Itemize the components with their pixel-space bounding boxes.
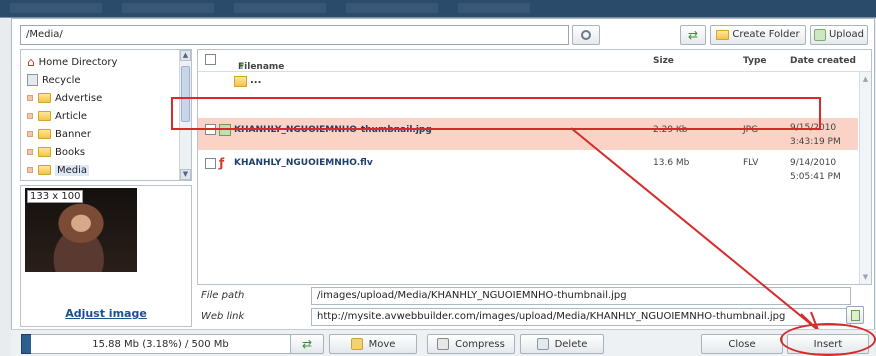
compress-icon [437,338,450,350]
scroll-up-icon[interactable]: ▲ [860,74,871,85]
scroll-up-icon[interactable]: ▲ [180,50,191,61]
home-icon: ⌂ [27,55,35,69]
recycle-icon [27,74,38,86]
column-date-created[interactable]: Date created [790,56,856,66]
column-type[interactable]: Type [743,56,766,66]
adjust-image-link[interactable]: Adjust image [21,307,191,320]
upload-label: Upload [828,29,865,40]
file-time: 3:43:19 PM [790,137,841,147]
file-path-label: File path [201,290,245,301]
copy-link-button[interactable] [846,306,864,324]
search-button[interactable] [572,25,600,45]
select-all-checkbox[interactable] [205,54,216,65]
folder-icon [38,111,51,121]
folder-tree: ⌂ Home Directory Recycle Advertise Artic… [20,49,192,181]
tree-item-label: Books [55,146,86,158]
refresh-button[interactable]: ⇄ [290,334,324,354]
folder-icon [38,93,51,103]
create-folder-label: Create Folder [732,29,800,40]
scroll-down-icon[interactable]: ▼ [180,169,191,180]
window-top-strip [0,0,876,18]
expand-icon[interactable] [27,167,33,173]
parent-directory-label: ... [250,75,262,86]
folder-up-icon [234,76,247,87]
delete-label: Delete [554,338,588,350]
quota-text: 15.88 Mb (3.18%) / 500 Mb [31,334,291,354]
tree-item-media[interactable]: Media [27,162,90,178]
image-dimensions: 133 x 100 [27,190,84,203]
trash-icon [536,338,549,350]
file-list-scrollbar[interactable]: ▲ ▼ [859,72,871,284]
move-button[interactable]: Move [329,334,417,354]
tree-item-label: Banner [55,128,91,140]
tree-item-label: Recycle [42,74,81,86]
tree-item-label: Media [55,164,90,176]
tree-item-banner[interactable]: Banner [27,126,91,142]
file-type: FLV [743,158,759,168]
row-checkbox[interactable] [205,158,216,169]
file-list-header: Filename ↑ Size Type Date created [198,50,871,72]
file-date: 9/14/2010 [790,158,837,168]
refresh-icon: ⇄ [301,337,313,351]
move-label: Move [368,338,396,350]
file-size: 13.6 Mb [653,158,690,168]
tree-item-advertise[interactable]: Advertise [27,90,102,106]
file-name[interactable]: KHANHLY_NGUOIEMNHO.flv [234,158,373,168]
tree-item-recycle[interactable]: Recycle [27,72,81,88]
image-preview-panel: 133 x 100 Adjust image [20,185,192,327]
tree-item-label: Advertise [55,92,103,104]
sort-asc-icon: ↑ [238,62,246,72]
expand-icon[interactable] [27,95,33,101]
expand-icon[interactable] [27,131,33,137]
search-icon [581,30,591,40]
file-time: 5:05:41 PM [790,172,841,182]
upload-button[interactable]: Upload [810,25,868,45]
folder-icon [38,165,51,175]
tree-item-books[interactable]: Books [27,144,85,160]
tree-item-label: Home Directory [38,56,118,68]
web-link-field[interactable]: http://mysite.avwebbuilder.com/images/up… [311,308,851,326]
bottom-toolbar: 15.88 Mb (3.18%) / 500 Mb ⇄ Move Compres… [11,329,875,356]
refresh-button[interactable]: ⇄ [680,25,706,45]
highlight-annotation [171,97,821,130]
background-tabs [10,3,530,13]
flash-file-icon: ƒ [219,156,225,170]
web-link-label: Web link [201,311,245,322]
close-button[interactable]: Close [701,334,783,354]
path-field[interactable]: /Media/ [20,25,569,45]
clipboard-icon [851,310,860,321]
folder-icon [38,147,51,157]
compress-button[interactable]: Compress [427,334,515,354]
upload-icon [813,29,826,41]
tree-item-article[interactable]: Article [27,108,87,124]
create-folder-button[interactable]: Create Folder [710,25,806,45]
tree-item-home-directory[interactable]: ⌂ Home Directory [27,54,117,70]
scroll-down-icon[interactable]: ▼ [860,272,871,283]
close-label: Close [728,338,756,350]
file-manager-panel: /Media/ ⇄ Create Folder Upload ⌂ Home Di… [11,18,875,356]
file-path-field[interactable]: /images/upload/Media/KHANHLY_NGUOIEMNHO-… [311,287,851,305]
file-list: Filename ↑ Size Type Date created ... KH… [197,49,872,285]
tree-item-label: Article [55,110,88,122]
expand-icon[interactable] [27,149,33,155]
move-icon [350,338,363,350]
expand-icon[interactable] [27,113,33,119]
compress-label: Compress [455,338,505,350]
column-size[interactable]: Size [653,56,674,66]
delete-button[interactable]: Delete [520,334,604,354]
refresh-icon: ⇄ [687,28,699,42]
parent-directory-row[interactable]: ... [198,74,858,94]
folder-icon [38,129,51,139]
insert-highlight-annotation [780,323,876,356]
table-row[interactable]: ƒ KHANHLY_NGUOIEMNHO.flv 13.6 Mb FLV 9/1… [198,154,858,186]
folder-add-icon [716,30,730,40]
